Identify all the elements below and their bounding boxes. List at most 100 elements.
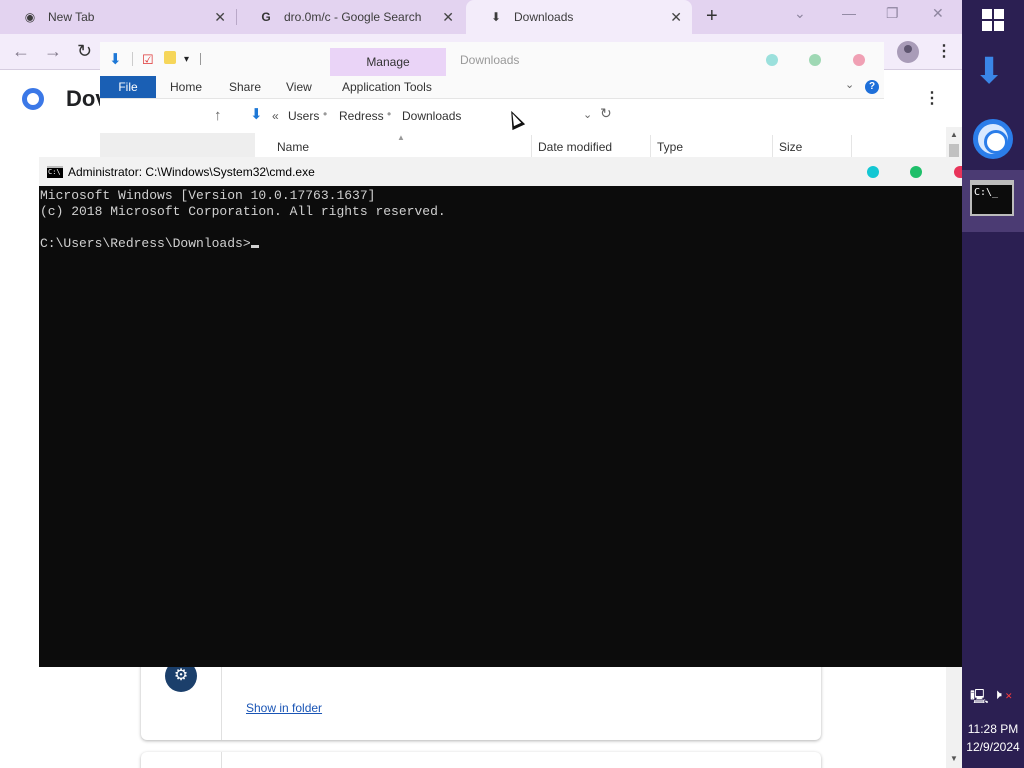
tab-title: New Tab	[48, 10, 95, 24]
downloads-location-icon: ⬇	[250, 106, 263, 123]
cmd-console[interactable]: Microsoft Windows [Version 10.0.17763.16…	[39, 186, 962, 667]
ribbon-tab-file[interactable]: File	[100, 76, 156, 98]
download-folder-icon: ⬇	[974, 50, 1005, 91]
column-date-modified[interactable]: Date modified	[538, 140, 612, 154]
back-icon[interactable]: ←	[12, 41, 30, 62]
start-tile	[982, 21, 992, 31]
page-menu-icon[interactable]: ⋮	[924, 88, 940, 108]
taskbar: ⬇ C:\_	[962, 0, 1024, 768]
tab-search-icon[interactable]: ⌄	[794, 5, 806, 22]
breadcrumb-separator: •	[323, 107, 328, 121]
column-size[interactable]: Size	[779, 140, 802, 154]
cmd-titlebar[interactable]: C:\ Administrator: C:\Windows\System32\c…	[39, 157, 962, 186]
chrome-menu-icon[interactable]: ⋮	[936, 41, 952, 61]
expand-ribbon-icon[interactable]: ⌄	[845, 78, 854, 91]
window-title: Downloads	[460, 53, 520, 67]
file-explorer-window: ⬇ ☑ ▾ Manage Downloads File Home Share V…	[100, 42, 884, 162]
customize-qat-icon[interactable]: ▾	[184, 54, 189, 65]
google-icon: G	[261, 10, 271, 24]
restore-icon[interactable]: ❐	[886, 5, 899, 22]
ribbon-tab-view[interactable]: View	[286, 76, 312, 98]
address-dropdown-icon[interactable]: ⌄	[583, 108, 592, 121]
chrome-icon: ◉	[24, 10, 36, 24]
quick-access-toolbar: ⬇ ☑ ▾ Manage Downloads	[100, 42, 884, 76]
column-separator[interactable]	[650, 135, 651, 157]
cmd-icon: C:\	[47, 166, 63, 178]
new-tab-button[interactable]: +	[706, 5, 718, 28]
close-button[interactable]	[954, 166, 962, 178]
refresh-icon[interactable]: ↻	[600, 105, 612, 122]
tab-downloads[interactable]: ⬇ Downloads ✕	[466, 0, 692, 34]
ribbon-tab-share[interactable]: Share	[229, 76, 261, 98]
cmd-icon: C:\_	[970, 180, 1014, 216]
column-separator[interactable]	[531, 135, 532, 157]
start-tile	[994, 9, 1004, 19]
minimize-button[interactable]	[766, 54, 778, 66]
breadcrumb-redress[interactable]: Redress	[339, 109, 384, 123]
ribbon-tabs: File Home Share View Application Tools ⌄…	[100, 76, 884, 99]
column-type[interactable]: Type	[657, 140, 683, 154]
start-tile	[982, 9, 992, 19]
taskbar-file-explorer[interactable]: ⬇	[962, 42, 1024, 104]
tab-title: Downloads	[514, 10, 574, 24]
column-separator[interactable]	[772, 135, 773, 157]
help-icon[interactable]: ?	[865, 80, 879, 94]
reload-icon[interactable]: ↻	[77, 41, 92, 62]
up-arrow-icon[interactable]: ↑	[214, 107, 222, 124]
address-bar[interactable]: ↑ ⬇ « Users • Redress • Downloads ⌄ ↻	[100, 99, 884, 133]
show-in-folder-link[interactable]: Show in folder	[246, 701, 322, 715]
properties-icon[interactable]: ☑	[142, 52, 154, 68]
clock-date: 12/9/2024	[966, 740, 1020, 754]
minimize-icon[interactable]: —	[842, 5, 856, 21]
scroll-up-icon[interactable]: ▲	[950, 130, 958, 139]
network-icon[interactable]: 🖳	[970, 686, 989, 710]
close-icon[interactable]: ✕	[214, 9, 226, 26]
ribbon-tab-home[interactable]: Home	[170, 76, 202, 98]
close-window-icon[interactable]: ✕	[932, 5, 944, 22]
system-clock[interactable]: 11:28 PM 12/9/2024	[962, 720, 1024, 756]
tab-title: dro.0m/c - Google Search	[284, 10, 422, 24]
download-item	[141, 752, 821, 768]
forward-icon[interactable]: →	[44, 41, 62, 62]
column-name[interactable]: Name	[277, 140, 309, 154]
column-separator[interactable]	[851, 135, 852, 157]
new-folder-icon[interactable]	[164, 51, 176, 64]
breadcrumb-downloads[interactable]: Downloads	[402, 109, 461, 123]
download-icon: ⬇	[490, 10, 502, 24]
ribbon-tab-application-tools[interactable]: Application Tools	[342, 76, 432, 98]
scroll-down-icon[interactable]: ▼	[950, 754, 958, 763]
minimize-button[interactable]	[867, 166, 879, 178]
console-prompt-line: C:\Users\Redress\Downloads>	[40, 236, 962, 252]
close-icon[interactable]: ✕	[442, 9, 454, 26]
maximize-button[interactable]	[809, 54, 821, 66]
chrome-tabstrip: ◉ New Tab ✕ G dro.0m/c - Google Search ✕…	[0, 0, 962, 34]
close-icon[interactable]: ✕	[670, 9, 682, 26]
breadcrumb-separator: •	[387, 107, 392, 121]
divider	[132, 52, 133, 66]
chrome-icon	[973, 119, 1013, 159]
maximize-button[interactable]	[910, 166, 922, 178]
console-prompt: C:\Users\Redress\Downloads>	[40, 236, 251, 251]
divider	[200, 53, 201, 65]
chrome-logo-icon	[22, 88, 44, 110]
close-button[interactable]	[853, 54, 865, 66]
breadcrumb-users[interactable]: Users	[288, 109, 319, 123]
start-tile	[994, 21, 1004, 31]
taskbar-chrome[interactable]	[962, 106, 1024, 168]
console-line: Microsoft Windows [Version 10.0.17763.16…	[40, 188, 376, 203]
manage-tab[interactable]: Manage	[330, 48, 446, 76]
taskbar-cmd[interactable]: C:\_	[962, 170, 1024, 232]
console-line: (c) 2018 Microsoft Corporation. All righ…	[40, 204, 446, 219]
clock-time: 11:28 PM	[967, 722, 1019, 736]
scrollbar-thumb[interactable]	[949, 144, 959, 158]
breadcrumb-overflow[interactable]: «	[272, 109, 279, 123]
volume-muted-icon[interactable]: 🕨	[993, 686, 1002, 703]
download-folder-icon: ⬇	[109, 51, 122, 68]
cmd-window-title: Administrator: C:\Windows\System32\cmd.e…	[68, 165, 315, 179]
tab-new-tab[interactable]: ◉ New Tab ✕	[0, 0, 236, 34]
tab-google-search[interactable]: G dro.0m/c - Google Search ✕	[236, 0, 464, 34]
start-icon[interactable]	[982, 9, 1004, 31]
sort-caret-icon: ▲	[397, 133, 405, 142]
profile-avatar[interactable]	[897, 41, 919, 63]
mute-x-icon: ✕	[1005, 691, 1013, 701]
